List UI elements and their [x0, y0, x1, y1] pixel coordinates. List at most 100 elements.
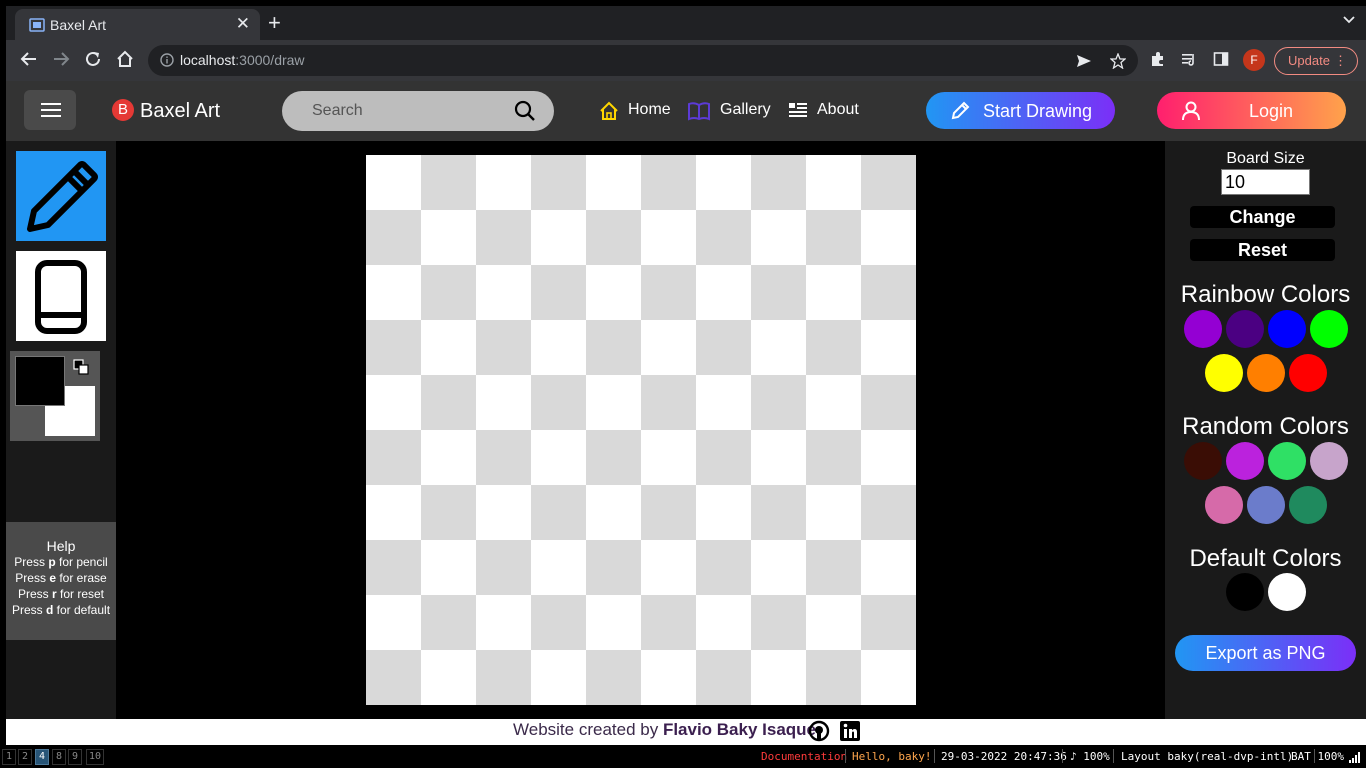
- chevron-down-icon[interactable]: [1342, 13, 1356, 27]
- board-cell[interactable]: [641, 430, 696, 485]
- board-cell[interactable]: [586, 265, 641, 320]
- board-cell[interactable]: [641, 540, 696, 595]
- new-tab-icon[interactable]: +: [268, 10, 281, 36]
- board-cell[interactable]: [751, 485, 806, 540]
- reload-icon[interactable]: [84, 50, 102, 68]
- board-cell[interactable]: [476, 650, 531, 705]
- board-cell[interactable]: [696, 155, 751, 210]
- board-cell[interactable]: [366, 430, 421, 485]
- color-swatch[interactable]: [1267, 442, 1306, 480]
- board-cell[interactable]: [421, 430, 476, 485]
- board-cell[interactable]: [366, 210, 421, 265]
- board-cell[interactable]: [751, 595, 806, 650]
- hamburger-menu-icon[interactable]: [24, 90, 76, 130]
- color-swatch[interactable]: [1246, 354, 1285, 392]
- board-cell[interactable]: [476, 595, 531, 650]
- search-input[interactable]: [312, 99, 502, 123]
- profile-avatar[interactable]: F: [1243, 49, 1265, 71]
- browser-tab[interactable]: Baxel Art ✕: [15, 9, 260, 40]
- drawing-board[interactable]: [366, 155, 916, 705]
- board-cell[interactable]: [531, 595, 586, 650]
- board-cell[interactable]: [861, 430, 916, 485]
- board-cell[interactable]: [531, 485, 586, 540]
- color-swatch[interactable]: [1183, 310, 1222, 348]
- bookmark-star-icon[interactable]: [1110, 53, 1126, 69]
- board-cell[interactable]: [806, 210, 861, 265]
- board-cell[interactable]: [421, 650, 476, 705]
- board-cell[interactable]: [366, 485, 421, 540]
- color-swatch[interactable]: [1204, 354, 1243, 392]
- book-icon[interactable]: [688, 101, 710, 121]
- app-logo[interactable]: B: [112, 99, 134, 121]
- board-cell[interactable]: [366, 650, 421, 705]
- color-swatch[interactable]: [1288, 354, 1327, 392]
- board-cell[interactable]: [586, 155, 641, 210]
- update-button[interactable]: Update ⋮: [1274, 47, 1358, 75]
- workspace-button[interactable]: 9: [68, 749, 82, 765]
- board-cell[interactable]: [806, 595, 861, 650]
- board-cell[interactable]: [806, 540, 861, 595]
- board-cell[interactable]: [366, 155, 421, 210]
- board-cell[interactable]: [586, 375, 641, 430]
- board-cell[interactable]: [696, 265, 751, 320]
- close-tab-icon[interactable]: ✕: [236, 14, 250, 34]
- board-cell[interactable]: [751, 210, 806, 265]
- workspace-button[interactable]: 2: [18, 749, 32, 765]
- board-cell[interactable]: [696, 485, 751, 540]
- color-swatch[interactable]: [1288, 486, 1327, 524]
- color-swatch[interactable]: [1309, 442, 1348, 480]
- board-cell[interactable]: [531, 320, 586, 375]
- nav-about-link[interactable]: About: [817, 101, 859, 119]
- nav-gallery-link[interactable]: Gallery: [720, 101, 771, 119]
- board-cell[interactable]: [421, 540, 476, 595]
- board-cell[interactable]: [586, 540, 641, 595]
- board-cell[interactable]: [806, 265, 861, 320]
- home-nav-icon[interactable]: [599, 101, 619, 121]
- board-cell[interactable]: [476, 485, 531, 540]
- swap-colors-icon[interactable]: [73, 359, 89, 375]
- board-cell[interactable]: [696, 320, 751, 375]
- board-cell[interactable]: [751, 265, 806, 320]
- address-bar[interactable]: localhost:3000/draw: [148, 45, 1138, 76]
- board-cell[interactable]: [641, 265, 696, 320]
- board-cell[interactable]: [641, 210, 696, 265]
- forward-arrow-icon[interactable]: [52, 50, 70, 68]
- board-cell[interactable]: [861, 375, 916, 430]
- board-cell[interactable]: [476, 265, 531, 320]
- board-cell[interactable]: [476, 320, 531, 375]
- board-cell[interactable]: [861, 650, 916, 705]
- board-cell[interactable]: [641, 375, 696, 430]
- workspace-button[interactable]: 10: [86, 749, 104, 765]
- board-cell[interactable]: [751, 650, 806, 705]
- back-arrow-icon[interactable]: [20, 50, 38, 68]
- github-icon[interactable]: [808, 720, 830, 742]
- primary-color-swatch[interactable]: [15, 356, 65, 406]
- board-cell[interactable]: [531, 210, 586, 265]
- board-cell[interactable]: [366, 265, 421, 320]
- board-cell[interactable]: [366, 375, 421, 430]
- color-swatch[interactable]: [1225, 442, 1264, 480]
- board-cell[interactable]: [861, 485, 916, 540]
- board-cell[interactable]: [861, 155, 916, 210]
- board-cell[interactable]: [696, 430, 751, 485]
- reset-button[interactable]: Reset: [1190, 239, 1335, 261]
- start-drawing-button[interactable]: Start Drawing: [926, 92, 1115, 129]
- board-cell[interactable]: [806, 320, 861, 375]
- extensions-puzzle-icon[interactable]: [1150, 51, 1166, 67]
- board-cell[interactable]: [586, 485, 641, 540]
- board-cell[interactable]: [531, 265, 586, 320]
- board-cell[interactable]: [751, 375, 806, 430]
- board-cell[interactable]: [586, 430, 641, 485]
- board-cell[interactable]: [696, 595, 751, 650]
- board-cell[interactable]: [476, 540, 531, 595]
- media-queue-icon[interactable]: [1181, 51, 1197, 67]
- board-cell[interactable]: [531, 155, 586, 210]
- eraser-tool-button[interactable]: [16, 251, 106, 341]
- board-cell[interactable]: [421, 595, 476, 650]
- send-icon[interactable]: [1076, 53, 1092, 69]
- board-cell[interactable]: [641, 650, 696, 705]
- color-swatch[interactable]: [1225, 310, 1264, 348]
- color-selector[interactable]: [10, 351, 100, 441]
- about-list-icon[interactable]: [788, 101, 808, 119]
- board-cell[interactable]: [861, 540, 916, 595]
